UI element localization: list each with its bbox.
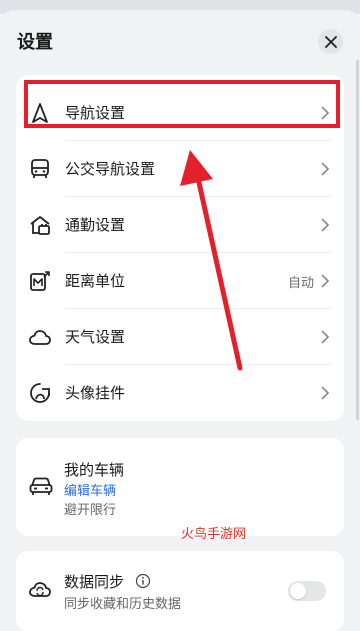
distance-unit-icon: [30, 271, 50, 291]
car-icon: [29, 477, 53, 495]
close-icon: [324, 35, 337, 48]
data-sync-subtitle: 同步收藏和历史数据: [64, 597, 182, 612]
menu-item-label: 距离单位: [65, 272, 126, 290]
my-vehicle-title: 我的车辆: [64, 461, 125, 479]
scrollbar[interactable]: [356, 60, 359, 420]
bus-icon: [31, 159, 49, 178]
info-icon[interactable]: [135, 573, 151, 589]
data-sync-card: 数据同步 同步收藏和历史数据: [16, 551, 344, 631]
menu-item-transit-navigation-settings[interactable]: 公交导航设置: [16, 141, 344, 197]
menu-item-label: 公交导航设置: [65, 160, 156, 178]
chevron-right-icon: [321, 330, 330, 344]
menu-item-avatar-pendant[interactable]: 头像挂件: [16, 365, 344, 421]
menu-item-label: 头像挂件: [65, 384, 126, 402]
menu-item-label: 天气设置: [65, 328, 126, 346]
chevron-right-icon: [321, 386, 330, 400]
vehicle-subtitle: 避开限行: [64, 503, 117, 518]
distance-unit-value: 自动: [287, 276, 314, 291]
cloud-icon: [29, 330, 51, 345]
menu-item-navigation-settings[interactable]: 导航设置: [16, 85, 344, 141]
chevron-right-icon: [321, 218, 330, 232]
watermark: 火鸟手游网: [181, 527, 247, 542]
menu-item-distance-unit[interactable]: 距离单位 自动: [16, 253, 344, 309]
navigation-arrow-icon: [32, 103, 48, 123]
edit-vehicle-link[interactable]: 编辑车辆: [64, 480, 116, 499]
menu-item-label: 通勤设置: [65, 216, 126, 234]
data-sync-toggle[interactable]: [288, 581, 326, 601]
cloud-sync-icon: [29, 582, 51, 597]
chevron-right-icon: [321, 162, 330, 176]
menu-item-commute-settings[interactable]: 通勤设置: [16, 197, 344, 253]
settings-list-card: 导航设置 公交导航设置 通勤设置 距离单位 自动 天气设置 头像挂件: [16, 75, 344, 421]
my-vehicle-card[interactable]: 我的车辆 编辑车辆 避开限行: [16, 438, 344, 536]
panel-title: 设置: [17, 32, 53, 53]
data-sync-title: 数据同步: [64, 573, 125, 591]
menu-item-weather-settings[interactable]: 天气设置: [16, 309, 344, 365]
chevron-right-icon: [321, 106, 330, 120]
avatar-pendant-icon: [30, 383, 50, 403]
chevron-right-icon: [321, 274, 330, 288]
close-button[interactable]: [318, 29, 343, 54]
settings-panel: 设置 导航设置 公交导航设置 通勤设置 距离单位 自动 天气设置 头像挂件 我的…: [0, 10, 360, 631]
commute-icon: [30, 216, 50, 235]
toggle-knob: [290, 583, 306, 599]
menu-item-label: 导航设置: [65, 104, 126, 122]
